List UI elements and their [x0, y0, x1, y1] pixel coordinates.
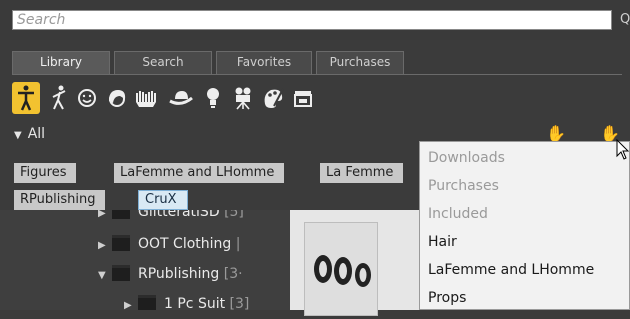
tree-item-count: [3] — [229, 296, 250, 310]
menu-item-included: Included — [428, 206, 488, 222]
tree-item-label: 1 Pc Suit — [164, 296, 226, 310]
figure-icon[interactable] — [12, 82, 40, 114]
chevron-right-icon[interactable]: ▶ — [98, 240, 112, 251]
tree-item[interactable]: ▶ GlitteratiSD [5] — [98, 210, 244, 226]
folder-icon — [112, 235, 130, 251]
folder-icon — [112, 210, 130, 219]
context-menu: Downloads Purchases Included Hair LaFemm… — [419, 141, 630, 310]
menu-item-props[interactable]: Props — [428, 284, 466, 312]
hair-icon[interactable] — [104, 80, 130, 116]
tree-item-count: | — [235, 236, 241, 252]
tree-item-label: RPublishing — [138, 266, 220, 282]
breadcrumb-item[interactable]: Figures — [14, 163, 77, 183]
folder-icon — [112, 265, 130, 281]
cursor-icon — [616, 139, 630, 160]
breadcrumb-item[interactable]: RPublishing — [14, 190, 106, 210]
face-icon[interactable] — [74, 80, 100, 116]
tab-purchases[interactable]: Purchases — [316, 51, 404, 74]
breadcrumb-current[interactable]: CruX — [138, 190, 188, 210]
filter-dropdown[interactable]: ▼ All — [14, 126, 45, 142]
tab-divider — [12, 74, 622, 75]
search-input[interactable] — [12, 10, 612, 30]
materials-icon[interactable] — [260, 80, 286, 116]
product-thumbnail[interactable] — [304, 222, 378, 316]
render-icon[interactable] — [290, 80, 316, 116]
chevron-right-icon[interactable]: ▶ — [124, 300, 138, 310]
breadcrumb-item[interactable]: La Femme — [320, 163, 404, 183]
camera-icon[interactable] — [230, 80, 256, 116]
tree-item-label: OOT Clothing — [138, 236, 232, 252]
pose-icon[interactable] — [46, 80, 72, 116]
hands-icon[interactable] — [134, 80, 160, 116]
tree-item[interactable]: ▶ OOT Clothing | — [98, 235, 241, 258]
search-row: Q — [0, 0, 630, 40]
menu-item-hair[interactable]: Hair — [428, 228, 457, 256]
tree-item-label: GlitteratiSD — [138, 210, 220, 220]
menu-item-lafemme[interactable]: LaFemme and LHomme — [428, 256, 594, 284]
menu-item-purchases: Purchases — [428, 178, 499, 194]
tree-item[interactable]: ▼ RPublishing [3· — [98, 265, 243, 288]
chevron-down-icon[interactable]: ▼ — [98, 270, 112, 281]
folder-icon — [138, 295, 156, 310]
hat-icon[interactable] — [168, 80, 194, 116]
light-icon[interactable] — [200, 80, 226, 116]
tree-item-count: [3· — [223, 266, 243, 282]
tree-item-count: [5] — [224, 210, 244, 220]
breadcrumb-item[interactable]: LaFemme and LHomme — [114, 163, 285, 183]
tree-item[interactable]: ▶ 1 Pc Suit [3] — [124, 295, 250, 310]
folder-tree: ▶ GlitteratiSD [5] ▶ OOT Clothing | ▼ RPubl… — [0, 210, 290, 310]
search-icon[interactable]: Q — [620, 12, 630, 27]
tab-favorites[interactable]: Favorites — [216, 51, 312, 74]
content-pane — [290, 210, 420, 316]
chevron-right-icon[interactable]: ▶ — [98, 210, 112, 219]
chevron-down-icon: ▼ — [14, 130, 22, 141]
filter-label: All — [27, 126, 46, 142]
tab-library[interactable]: Library — [12, 51, 110, 74]
menu-item-downloads: Downloads — [428, 150, 505, 166]
tab-search[interactable]: Search — [114, 51, 212, 74]
